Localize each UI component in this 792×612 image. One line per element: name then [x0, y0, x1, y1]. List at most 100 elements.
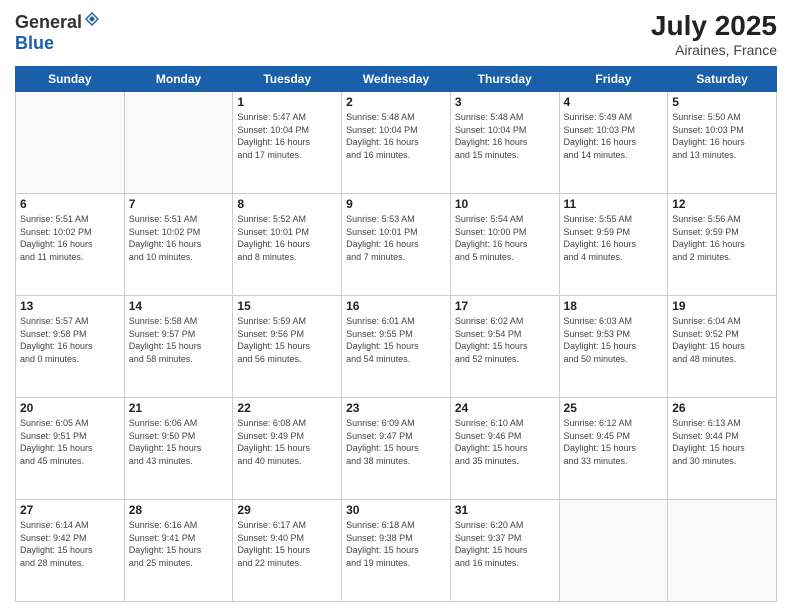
table-row: 6 Sunrise: 5:51 AM Sunset: 10:02 PM Dayli…: [16, 194, 125, 296]
day-info: Sunrise: 6:14 AM Sunset: 9:42 PM Dayligh…: [20, 519, 120, 569]
table-row: 17 Sunrise: 6:02 AM Sunset: 9:54 PM Dayli…: [450, 296, 559, 398]
day-number: 20: [20, 401, 120, 415]
table-row: 1Sunrise: 5:47 AM Sunset: 10:04 PM Dayli…: [233, 92, 342, 194]
day-info: Sunrise: 5:50 AM Sunset: 10:03 PM Daylig…: [672, 111, 772, 161]
day-number: 28: [129, 503, 229, 517]
day-number: 3: [455, 95, 555, 109]
day-number: 21: [129, 401, 229, 415]
day-info: Sunrise: 6:03 AM Sunset: 9:53 PM Dayligh…: [564, 315, 664, 365]
day-number: 1: [237, 95, 337, 109]
day-info: Sunrise: 5:53 AM Sunset: 10:01 PM Daylig…: [346, 213, 446, 263]
table-row: 7 Sunrise: 5:51 AM Sunset: 10:02 PM Dayli…: [124, 194, 233, 296]
table-row: 29Sunrise: 6:17 AM Sunset: 9:40 PM Dayli…: [233, 500, 342, 602]
day-info: Sunrise: 5:49 AM Sunset: 10:03 PM Daylig…: [564, 111, 664, 161]
weekday-header-row: Sunday Monday Tuesday Wednesday Thursday…: [16, 67, 777, 92]
day-info: Sunrise: 6:08 AM Sunset: 9:49 PM Dayligh…: [237, 417, 337, 467]
calendar-week-row: 1Sunrise: 5:47 AM Sunset: 10:04 PM Dayli…: [16, 92, 777, 194]
calendar-body: 1Sunrise: 5:47 AM Sunset: 10:04 PM Dayli…: [16, 92, 777, 602]
day-info: Sunrise: 6:17 AM Sunset: 9:40 PM Dayligh…: [237, 519, 337, 569]
table-row: 12 Sunrise: 5:56 AM Sunset: 9:59 PM Dayli…: [668, 194, 777, 296]
table-row: 27 Sunrise: 6:14 AM Sunset: 9:42 PM Dayli…: [16, 500, 125, 602]
day-number: 18: [564, 299, 664, 313]
calendar-week-row: 27 Sunrise: 6:14 AM Sunset: 9:42 PM Dayli…: [16, 500, 777, 602]
day-info: Sunrise: 6:10 AM Sunset: 9:46 PM Dayligh…: [455, 417, 555, 467]
day-info: Sunrise: 6:09 AM Sunset: 9:47 PM Dayligh…: [346, 417, 446, 467]
col-tuesday: Tuesday: [233, 67, 342, 92]
table-row: 28 Sunrise: 6:16 AM Sunset: 9:41 PM Dayli…: [124, 500, 233, 602]
table-row: [124, 92, 233, 194]
calendar-table: Sunday Monday Tuesday Wednesday Thursday…: [15, 66, 777, 602]
day-number: 23: [346, 401, 446, 415]
logo: GeneralBlue: [15, 10, 102, 54]
logo-text: GeneralBlue: [15, 10, 102, 54]
calendar-week-row: 20 Sunrise: 6:05 AM Sunset: 9:51 PM Dayli…: [16, 398, 777, 500]
col-wednesday: Wednesday: [342, 67, 451, 92]
day-number: 22: [237, 401, 337, 415]
logo-icon: [83, 10, 101, 28]
page: GeneralBlue July 2025 Airaines, France S…: [0, 0, 792, 612]
day-info: Sunrise: 6:04 AM Sunset: 9:52 PM Dayligh…: [672, 315, 772, 365]
col-sunday: Sunday: [16, 67, 125, 92]
col-saturday: Saturday: [668, 67, 777, 92]
day-info: Sunrise: 6:06 AM Sunset: 9:50 PM Dayligh…: [129, 417, 229, 467]
table-row: 3 Sunrise: 5:48 AM Sunset: 10:04 PM Dayli…: [450, 92, 559, 194]
day-number: 16: [346, 299, 446, 313]
table-row: [559, 500, 668, 602]
calendar-week-row: 13 Sunrise: 5:57 AM Sunset: 9:58 PM Dayli…: [16, 296, 777, 398]
table-row: 10Sunrise: 5:54 AM Sunset: 10:00 PM Dayl…: [450, 194, 559, 296]
table-row: 15Sunrise: 5:59 AM Sunset: 9:56 PM Dayli…: [233, 296, 342, 398]
table-row: [16, 92, 125, 194]
day-info: Sunrise: 5:54 AM Sunset: 10:00 PM Daylig…: [455, 213, 555, 263]
calendar-week-row: 6 Sunrise: 5:51 AM Sunset: 10:02 PM Dayli…: [16, 194, 777, 296]
day-number: 17: [455, 299, 555, 313]
day-info: Sunrise: 5:55 AM Sunset: 9:59 PM Dayligh…: [564, 213, 664, 263]
logo-blue: Blue: [15, 33, 54, 53]
table-row: 30Sunrise: 6:18 AM Sunset: 9:38 PM Dayli…: [342, 500, 451, 602]
day-number: 8: [237, 197, 337, 211]
table-row: 5 Sunrise: 5:50 AM Sunset: 10:03 PM Dayli…: [668, 92, 777, 194]
table-row: 20 Sunrise: 6:05 AM Sunset: 9:51 PM Dayli…: [16, 398, 125, 500]
day-number: 5: [672, 95, 772, 109]
day-info: Sunrise: 5:56 AM Sunset: 9:59 PM Dayligh…: [672, 213, 772, 263]
day-info: Sunrise: 6:02 AM Sunset: 9:54 PM Dayligh…: [455, 315, 555, 365]
day-info: Sunrise: 5:57 AM Sunset: 9:58 PM Dayligh…: [20, 315, 120, 365]
day-number: 12: [672, 197, 772, 211]
day-number: 4: [564, 95, 664, 109]
table-row: 16Sunrise: 6:01 AM Sunset: 9:55 PM Dayli…: [342, 296, 451, 398]
table-row: 9 Sunrise: 5:53 AM Sunset: 10:01 PM Dayli…: [342, 194, 451, 296]
day-info: Sunrise: 6:13 AM Sunset: 9:44 PM Dayligh…: [672, 417, 772, 467]
table-row: 31Sunrise: 6:20 AM Sunset: 9:37 PM Dayli…: [450, 500, 559, 602]
table-row: 11 Sunrise: 5:55 AM Sunset: 9:59 PM Dayli…: [559, 194, 668, 296]
title-month: July 2025: [651, 10, 777, 42]
day-number: 26: [672, 401, 772, 415]
day-number: 14: [129, 299, 229, 313]
day-number: 6: [20, 197, 120, 211]
day-number: 24: [455, 401, 555, 415]
day-number: 9: [346, 197, 446, 211]
day-info: Sunrise: 5:59 AM Sunset: 9:56 PM Dayligh…: [237, 315, 337, 365]
table-row: 14Sunrise: 5:58 AM Sunset: 9:57 PM Dayli…: [124, 296, 233, 398]
day-info: Sunrise: 6:18 AM Sunset: 9:38 PM Dayligh…: [346, 519, 446, 569]
day-number: 13: [20, 299, 120, 313]
table-row: 24 Sunrise: 6:10 AM Sunset: 9:46 PM Dayli…: [450, 398, 559, 500]
title-block: July 2025 Airaines, France: [651, 10, 777, 58]
day-number: 11: [564, 197, 664, 211]
table-row: 8Sunrise: 5:52 AM Sunset: 10:01 PM Dayli…: [233, 194, 342, 296]
day-number: 31: [455, 503, 555, 517]
day-info: Sunrise: 6:16 AM Sunset: 9:41 PM Dayligh…: [129, 519, 229, 569]
table-row: 25Sunrise: 6:12 AM Sunset: 9:45 PM Dayli…: [559, 398, 668, 500]
col-friday: Friday: [559, 67, 668, 92]
header: GeneralBlue July 2025 Airaines, France: [15, 10, 777, 58]
table-row: 19Sunrise: 6:04 AM Sunset: 9:52 PM Dayli…: [668, 296, 777, 398]
table-row: 26 Sunrise: 6:13 AM Sunset: 9:44 PM Dayli…: [668, 398, 777, 500]
day-info: Sunrise: 5:48 AM Sunset: 10:04 PM Daylig…: [455, 111, 555, 161]
table-row: 23 Sunrise: 6:09 AM Sunset: 9:47 PM Dayli…: [342, 398, 451, 500]
table-row: 18 Sunrise: 6:03 AM Sunset: 9:53 PM Dayli…: [559, 296, 668, 398]
day-info: Sunrise: 6:05 AM Sunset: 9:51 PM Dayligh…: [20, 417, 120, 467]
day-info: Sunrise: 5:48 AM Sunset: 10:04 PM Daylig…: [346, 111, 446, 161]
table-row: 22 Sunrise: 6:08 AM Sunset: 9:49 PM Dayli…: [233, 398, 342, 500]
day-number: 27: [20, 503, 120, 517]
day-info: Sunrise: 5:51 AM Sunset: 10:02 PM Daylig…: [20, 213, 120, 263]
day-info: Sunrise: 5:51 AM Sunset: 10:02 PM Daylig…: [129, 213, 229, 263]
day-number: 7: [129, 197, 229, 211]
